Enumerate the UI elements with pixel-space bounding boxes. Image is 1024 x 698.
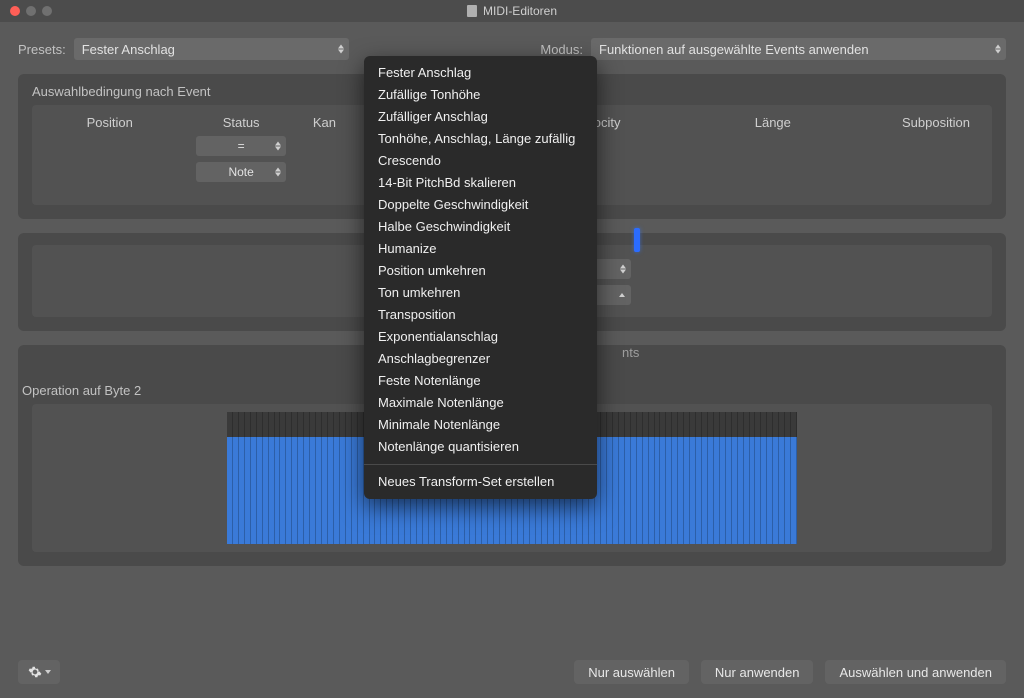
menu-item[interactable]: Tonhöhe, Anschlag, Länge zufällig <box>364 128 597 150</box>
chevron-up-icon[interactable] <box>619 293 625 297</box>
menu-item[interactable]: Zufälliger Anschlag <box>364 106 597 128</box>
window-title: MIDI-Editoren <box>483 4 557 18</box>
presets-label: Presets: <box>18 42 66 57</box>
status-op-value: = <box>238 139 245 153</box>
window-controls <box>10 6 52 16</box>
updown-icon <box>338 45 344 54</box>
window-title-area: MIDI-Editoren <box>467 4 557 18</box>
updown-icon <box>275 168 281 177</box>
select-only-button[interactable]: Nur auswählen <box>574 660 689 684</box>
gear-button[interactable] <box>18 660 60 684</box>
col-position: Position <box>44 115 175 182</box>
menu-item[interactable]: Position umkehren <box>364 260 597 282</box>
menu-item[interactable]: 14-Bit PitchBd skalieren <box>364 172 597 194</box>
presets-value: Fester Anschlag <box>82 42 175 57</box>
chart-bar <box>791 412 797 544</box>
status-op-select[interactable]: = <box>196 136 286 156</box>
menu-item[interactable]: Crescendo <box>364 150 597 172</box>
chevron-down-icon <box>45 670 51 674</box>
menu-item[interactable]: Zufällige Tonhöhe <box>364 84 597 106</box>
menu-item[interactable]: Anschlagbegrenzer <box>364 348 597 370</box>
col-laenge: Länge <box>707 115 838 182</box>
col-subposition: Subposition <box>839 115 980 182</box>
col-status: Status = Note <box>175 115 306 182</box>
titlebar: MIDI-Editoren <box>0 0 1024 22</box>
footer: Nur auswählen Nur anwenden Auswählen und… <box>18 660 1006 684</box>
updown-icon <box>275 142 281 151</box>
close-window-icon[interactable] <box>10 6 20 16</box>
select-and-apply-button[interactable]: Auswählen und anwenden <box>825 660 1006 684</box>
menu-item[interactable]: Humanize <box>364 238 597 260</box>
menu-item[interactable]: Fester Anschlag <box>364 62 597 84</box>
zoom-window-icon[interactable] <box>42 6 52 16</box>
modus-label: Modus: <box>540 42 583 57</box>
gear-icon <box>28 665 42 679</box>
menu-item[interactable]: Maximale Notenlänge <box>364 392 597 414</box>
partial-text: nts <box>622 345 639 360</box>
modus-value: Funktionen auf ausgewählte Events anwend… <box>599 42 869 57</box>
menu-item[interactable]: Doppelte Geschwindigkeit <box>364 194 597 216</box>
menu-item[interactable]: Transposition <box>364 304 597 326</box>
slider-handle[interactable] <box>634 228 640 252</box>
minimize-window-icon[interactable] <box>26 6 36 16</box>
menu-item[interactable]: Exponentialanschlag <box>364 326 597 348</box>
document-icon <box>467 5 477 17</box>
apply-only-button[interactable]: Nur anwenden <box>701 660 814 684</box>
updown-icon <box>620 265 626 274</box>
updown-icon <box>995 45 1001 54</box>
col-status-label: Status <box>223 115 260 130</box>
status-value: Note <box>228 165 253 179</box>
menu-item[interactable]: Minimale Notenlänge <box>364 414 597 436</box>
modus-dropdown[interactable]: Funktionen auf ausgewählte Events anwend… <box>591 38 1006 60</box>
menu-item[interactable]: Notenlänge quantisieren <box>364 436 597 458</box>
presets-menu: Fester AnschlagZufällige TonhöheZufällig… <box>364 56 597 499</box>
presets-dropdown[interactable]: Fester Anschlag <box>74 38 349 60</box>
menu-item[interactable]: Ton umkehren <box>364 282 597 304</box>
menu-separator <box>364 464 597 465</box>
status-value-select[interactable]: Note <box>196 162 286 182</box>
menu-item-new-set[interactable]: Neues Transform-Set erstellen <box>364 471 597 493</box>
menu-item[interactable]: Halbe Geschwindigkeit <box>364 216 597 238</box>
menu-item[interactable]: Feste Notenlänge <box>364 370 597 392</box>
